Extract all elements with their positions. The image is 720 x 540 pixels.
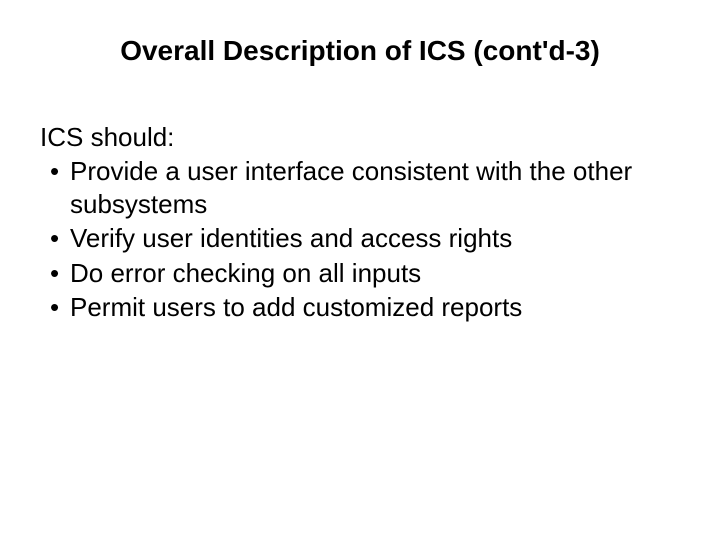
list-item: Do error checking on all inputs <box>40 257 680 290</box>
bullet-list: Provide a user interface consistent with… <box>40 155 680 324</box>
list-item: Permit users to add customized reports <box>40 291 680 324</box>
slide-title: Overall Description of ICS (cont'd-3) <box>40 35 680 67</box>
list-item: Provide a user interface consistent with… <box>40 155 680 220</box>
intro-text: ICS should: <box>40 122 680 153</box>
list-item: Verify user identities and access rights <box>40 222 680 255</box>
